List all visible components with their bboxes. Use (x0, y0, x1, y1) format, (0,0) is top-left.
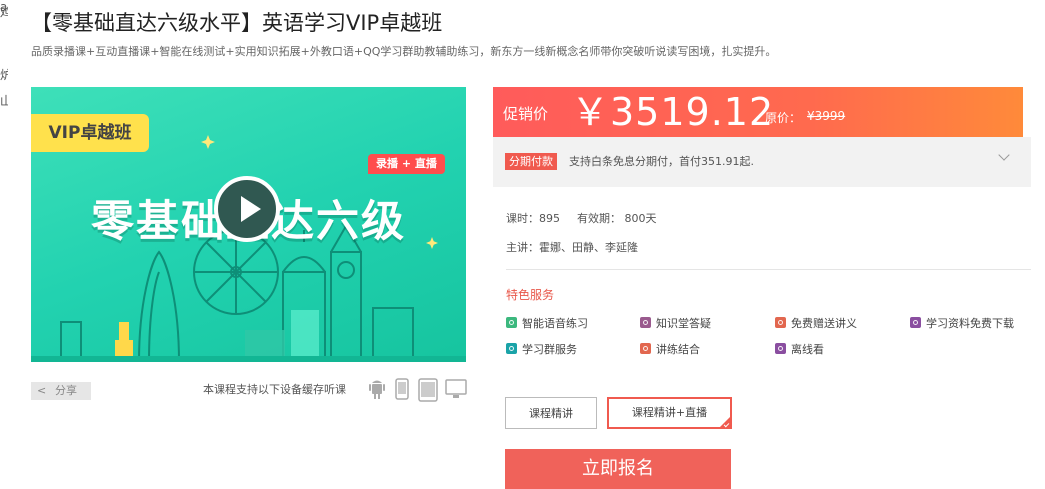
validity-value: 800天 (624, 212, 657, 225)
original-price-label: 原价： (765, 111, 802, 125)
share-icon: < (37, 384, 47, 397)
lecturers-label: 主讲： (506, 241, 539, 254)
course-meta-lecturers: 主讲：霍娜、田静、李延隆 (506, 239, 638, 255)
course-banner[interactable]: VIP卓越班 录播 + 直播 零基础直达六级 (31, 87, 466, 362)
group-chat-icon (506, 343, 517, 354)
feature-item: 免费赠送讲义 (775, 315, 857, 331)
lessons-value: 895 (539, 212, 560, 225)
live-tag: 录播 + 直播 (368, 154, 445, 174)
feature-item: 智能语音练习 (506, 315, 588, 331)
feature-label: 讲练结合 (656, 343, 700, 356)
share-button[interactable]: < 分享 (31, 382, 91, 400)
option-label: 课程精讲 (529, 407, 573, 420)
validity-label: 有效期： (577, 212, 621, 225)
feature-label: 离线看 (791, 343, 824, 356)
android-icon (369, 380, 385, 399)
lecturers-value: 霍娜、田静、李延隆 (539, 241, 638, 254)
promo-price: ￥3519.12 (571, 90, 775, 134)
course-subtitle: 品质录播课+互动直播课+智能在线测试+实用知识拓展+外教口语+QQ学习群助教辅助… (31, 45, 777, 58)
option-course-lecture-live[interactable]: 课程精讲+直播 (607, 397, 732, 429)
edge-char: 山 (0, 94, 8, 108)
promo-price-label: 促销价 (503, 105, 549, 123)
lessons-label: 课时： (506, 212, 539, 225)
feature-label: 免费赠送讲义 (791, 317, 857, 330)
tablet-icon (418, 378, 438, 402)
feature-item: 学习群服务 (506, 341, 577, 357)
practice-icon (640, 343, 651, 354)
feature-item: 讲练结合 (640, 341, 700, 357)
sparkle-icon (201, 135, 215, 149)
vip-tag: VIP卓越班 (31, 114, 149, 152)
desktop-icon (445, 379, 467, 398)
feature-item: 知识堂答疑 (640, 315, 711, 331)
divider (506, 269, 1031, 270)
chevron-down-icon[interactable] (998, 149, 1010, 161)
course-title: 【零基础直达六级水平】英语学习VIP卓越班 (31, 11, 443, 35)
feature-label: 知识堂答疑 (656, 317, 711, 330)
play-button[interactable] (214, 176, 280, 242)
edge-char: 鸡 (0, 6, 8, 20)
feature-label: 智能语音练习 (522, 317, 588, 330)
feature-label: 学习群服务 (522, 343, 577, 356)
feature-item: 离线看 (775, 341, 824, 357)
enroll-button[interactable]: 立即报名 (505, 449, 731, 489)
edge-char: 炉 (0, 68, 8, 82)
feature-item: 学习资料免费下载 (910, 315, 1014, 331)
qa-icon (640, 317, 651, 328)
voice-practice-icon (506, 317, 517, 328)
installment-text: 支持白条免息分期付，首付351.91起. (569, 155, 754, 168)
price-bar: 促销价 ￥3519.12 原价： ¥3999 (493, 87, 1023, 137)
play-icon (241, 196, 261, 222)
course-meta-validity: 有效期： 800天 (577, 210, 657, 226)
share-label: 分享 (55, 384, 77, 397)
cropped-edge-text: a 鸡 炉 山 (0, 0, 10, 110)
option-label: 课程精讲+直播 (631, 406, 708, 419)
original-price: ¥3999 (807, 109, 846, 123)
installment-panel[interactable]: 分期付款 支持白条免息分期付，首付351.91起. (493, 137, 1031, 187)
phone-icon (395, 378, 409, 400)
offline-icon (775, 343, 786, 354)
device-support-note: 本课程支持以下设备缓存听课 (203, 383, 346, 396)
handout-icon (775, 317, 786, 328)
features-heading: 特色服务 (506, 288, 555, 302)
option-course-lecture[interactable]: 课程精讲 (505, 397, 597, 429)
installment-badge: 分期付款 (505, 153, 557, 170)
feature-label: 学习资料免费下载 (926, 317, 1014, 330)
download-icon (910, 317, 921, 328)
course-meta-lessons: 课时：895 (506, 210, 560, 226)
